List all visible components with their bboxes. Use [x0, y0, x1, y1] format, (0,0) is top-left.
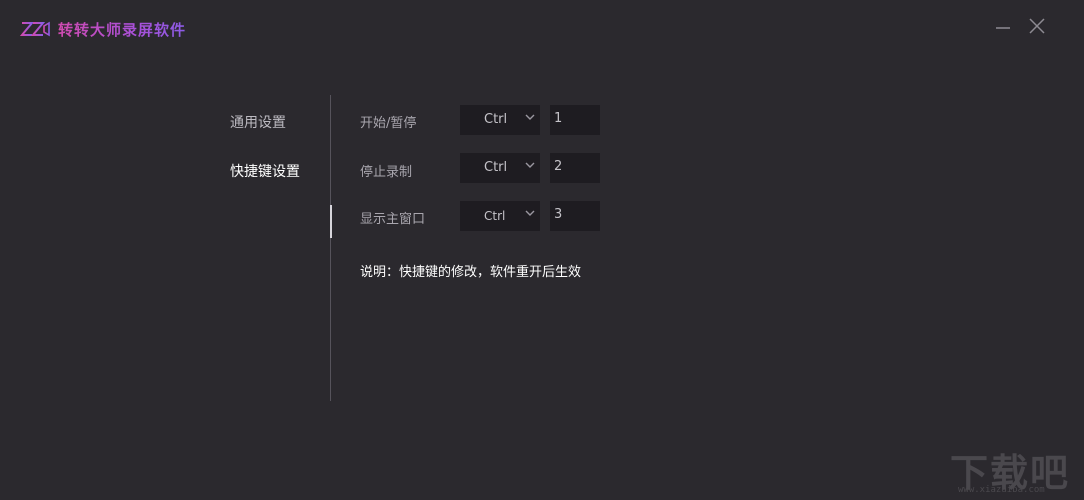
- modifier-select-show-main-window[interactable]: Ctrl: [460, 201, 540, 231]
- chevron-down-icon: [525, 114, 535, 120]
- scroll-indicator[interactable]: [330, 205, 332, 238]
- key-input-start-pause[interactable]: 1: [550, 105, 600, 135]
- modifier-select-start-pause[interactable]: Ctrl: [460, 105, 540, 135]
- hotkey-label-stop-record: 停止录制: [360, 165, 413, 180]
- chevron-down-icon: [525, 162, 535, 168]
- watermark-url: www.xiazaiba.com: [958, 485, 1045, 495]
- watermark: 下载吧 www.xiazaiba.com: [950, 442, 1080, 498]
- modifier-value: Ctrl: [484, 112, 508, 127]
- app-title: 转转大师录屏软件: [58, 21, 187, 39]
- key-input-stop-record[interactable]: 2: [550, 153, 600, 183]
- hotkey-note: 说明：快捷键的修改，软件重开后生效: [360, 265, 582, 280]
- modifier-select-stop-record[interactable]: Ctrl: [460, 153, 540, 183]
- modifier-value: Ctrl: [484, 209, 506, 223]
- modifier-value: Ctrl: [484, 160, 508, 175]
- key-input-show-main-window[interactable]: 3: [550, 201, 600, 231]
- key-value: 2: [554, 159, 563, 174]
- key-value: 1: [554, 111, 563, 126]
- title-bar: 转转大师录屏软件: [0, 0, 1084, 56]
- hotkey-label-show-main-window: 显示主窗口: [360, 212, 426, 227]
- close-button[interactable]: [1027, 16, 1047, 36]
- close-icon: [1029, 18, 1045, 34]
- zz-video-logo-icon: [20, 21, 50, 37]
- nav-hotkey-settings[interactable]: 快捷键设置: [230, 161, 300, 181]
- key-value: 3: [554, 207, 563, 222]
- chevron-down-icon: [525, 210, 535, 216]
- minimize-button[interactable]: [993, 16, 1013, 36]
- nav-general-settings[interactable]: 通用设置: [230, 112, 286, 132]
- minimize-icon: [996, 27, 1010, 29]
- nav-divider: [330, 95, 331, 401]
- hotkey-label-start-pause: 开始/暂停: [360, 116, 417, 131]
